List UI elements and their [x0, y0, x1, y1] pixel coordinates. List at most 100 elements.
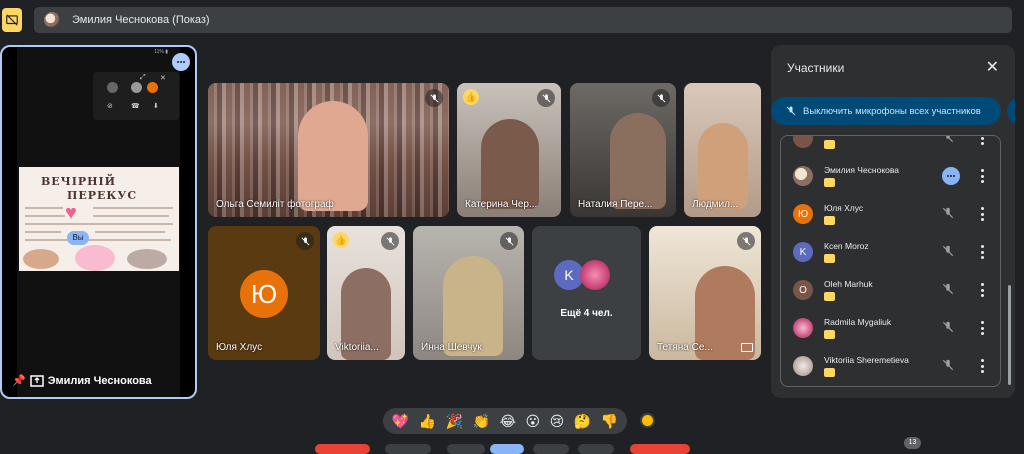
list-item[interactable]: Ю Юля Хлус	[781, 195, 1000, 233]
slide-title: ВЕЧІРНІЙ	[41, 175, 117, 188]
participant-tile[interactable]: 👍 Катерина Чер...	[457, 83, 561, 217]
mic-off-icon[interactable]	[941, 320, 955, 334]
mic-off-icon[interactable]	[941, 244, 955, 258]
mute-all-extra[interactable]	[1007, 97, 1015, 125]
pin-icon[interactable]: 📌	[12, 374, 26, 387]
reaction-button[interactable]: 🤔	[574, 411, 591, 431]
list-item[interactable]	[781, 135, 1000, 157]
mute-all-button[interactable]: Выключить микрофоны всех участников	[771, 97, 1001, 125]
camera-button[interactable]	[447, 444, 485, 454]
hangup-icon: ☎	[131, 103, 140, 110]
participant-video	[481, 119, 539, 209]
panel-title: Участники	[787, 61, 845, 75]
mic-off-icon	[296, 232, 314, 250]
mic-off-icon[interactable]	[941, 282, 955, 296]
more-vert-icon[interactable]	[980, 169, 984, 183]
more-vert-icon[interactable]	[980, 136, 984, 145]
close-icon: ✕	[160, 75, 166, 82]
mic-off-icon	[786, 106, 796, 116]
mic-off-icon[interactable]	[941, 358, 955, 372]
reaction-button[interactable]: 🎉	[446, 411, 463, 431]
participant-tile[interactable]: 👍 Viktoriia...	[327, 226, 405, 360]
participant-tile[interactable]: Ольга Семиліт фотограф	[208, 83, 449, 217]
participant-tile[interactable]: Инна Шевчук	[413, 226, 524, 360]
raised-hand-icon: 👍	[463, 89, 479, 105]
settings-icon	[107, 82, 118, 93]
more-vert-icon[interactable]	[980, 283, 984, 297]
presenter-name: Эмилия Чеснокова	[47, 374, 152, 387]
more-options-button[interactable]	[172, 53, 190, 71]
participant-tile[interactable]: Наталия Пере...	[570, 83, 676, 217]
participant-name: Ольга Семиліт фотограф	[216, 199, 334, 210]
mute-all-label: Выключить микрофоны всех участников	[803, 105, 981, 117]
participant-name: Oleh Marhuk	[824, 279, 873, 289]
mic-off-icon	[425, 89, 443, 107]
presenter-avatar	[44, 12, 60, 28]
reaction-button[interactable]: 👏	[473, 411, 490, 431]
participant-list: Эмилия Чеснокова Ю Юля Хлус K Ксеn Moroz…	[780, 135, 1001, 387]
presenting-icon	[29, 374, 44, 387]
participant-video	[298, 101, 368, 211]
participant-video	[698, 123, 748, 209]
avatar	[793, 166, 813, 186]
present-button[interactable]	[578, 444, 614, 454]
list-item[interactable]: Radmila Mygaliuk	[781, 309, 1000, 347]
camera-off-icon: ⊘	[107, 103, 113, 110]
reaction-button[interactable]: 😂	[500, 411, 516, 431]
list-item[interactable]: K Ксеn Moroz	[781, 233, 1000, 271]
reaction-button[interactable]: 😢	[550, 411, 565, 431]
more-vert-icon[interactable]	[980, 321, 984, 335]
list-item[interactable]: Viktoriia Sheremetieva	[781, 347, 1000, 385]
skin-tone-button[interactable]	[640, 413, 655, 428]
heart-reaction-icon: ♥	[65, 202, 77, 224]
host-badge-icon	[824, 368, 835, 377]
participant-name: Юля Хлус	[824, 203, 864, 213]
speaking-indicator-icon	[942, 167, 960, 185]
slide-image: ВЕЧІРНІЙ ПЕРЕКУС ♥ Вы	[19, 167, 179, 271]
reaction-button[interactable]: 💖	[392, 411, 409, 431]
participants-panel: Участники ✕ Выключить микрофоны всех уча…	[771, 45, 1015, 398]
hangup-button[interactable]	[315, 444, 370, 454]
reaction-button[interactable]: 👎	[601, 411, 618, 431]
avatar	[131, 82, 142, 93]
participant-name: Viktoriia Sheremetieva	[824, 355, 909, 365]
participant-name: Ксеn Moroz	[824, 241, 869, 251]
participant-tile[interactable]: Ю Юля Хлус	[208, 226, 320, 360]
reaction-button[interactable]: 😮	[526, 411, 541, 431]
reaction-button[interactable]: 👍	[419, 411, 436, 431]
presenter-label: 📌 Эмилия Чеснокова	[12, 374, 152, 388]
host-badge-icon	[824, 216, 835, 225]
host-badge-icon	[824, 254, 835, 263]
mic-off-icon[interactable]	[941, 135, 955, 144]
mic-icon: ⬇	[153, 103, 159, 110]
more-vert-icon[interactable]	[980, 245, 984, 259]
participant-tile[interactable]: Тетяна Се...	[649, 226, 761, 360]
mic-off-icon	[537, 89, 555, 107]
list-item[interactable]: Эмилия Чеснокова	[781, 157, 1000, 195]
participant-name: Тетяна Се...	[657, 342, 713, 353]
leave-button[interactable]	[630, 444, 690, 454]
participant-name: Эмилия Чеснокова	[824, 165, 900, 175]
host-badge-icon	[824, 330, 835, 339]
list-item[interactable]: O Oleh Marhuk	[781, 271, 1000, 309]
presenting-banner[interactable]: Эмилия Чеснокова (Показ)	[34, 7, 1012, 33]
more-vert-icon[interactable]	[980, 359, 984, 373]
close-icon[interactable]: ✕	[986, 57, 999, 77]
slide-subtitle: ПЕРЕКУС	[67, 189, 138, 202]
more-participants-label: Ещё 4 чел.	[560, 308, 613, 319]
mic-off-icon[interactable]	[941, 206, 955, 220]
scrollbar[interactable]	[1008, 285, 1011, 385]
captions-button[interactable]	[533, 444, 569, 454]
more-vert-icon[interactable]	[980, 207, 984, 221]
participant-tile[interactable]: Людмил...	[684, 83, 761, 217]
host-badge-icon	[824, 178, 835, 187]
reactions-toggle-button[interactable]	[490, 444, 524, 454]
presentation-tile[interactable]: 11% ▮ ✕ ⤢ ⊘ ☎ ⬇ ВЕЧІРНІЙ ПЕРЕКУС ♥ Вы 📌 …	[0, 45, 197, 399]
participant-name: Инна Шевчук	[421, 342, 482, 353]
raised-hand-icon: 👍	[333, 232, 349, 248]
presenting-title: Эмилия Чеснокова (Показ)	[72, 14, 210, 26]
participant-name: Людмил...	[692, 199, 739, 210]
more-participants-tile[interactable]: K Ещё 4 чел.	[532, 226, 641, 360]
present-off-icon[interactable]	[2, 8, 22, 32]
mic-button[interactable]	[385, 444, 431, 454]
